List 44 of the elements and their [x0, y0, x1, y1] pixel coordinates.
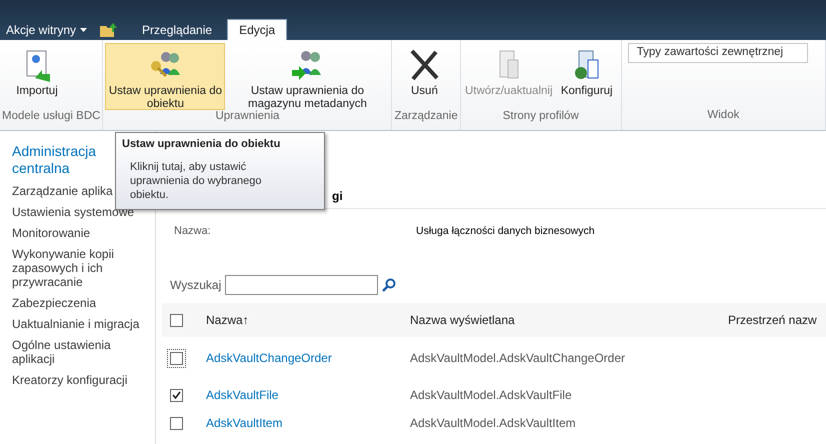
ribbon-button[interactable]: Konfiguruj — [554, 43, 619, 110]
checkmark-icon — [172, 391, 181, 399]
table-cell-text: AdskVaultModel.AdskVaultItem — [410, 416, 577, 430]
nav-link[interactable]: Ogólne ustawienia aplikacji — [12, 338, 149, 366]
folder-up-icon[interactable] — [99, 22, 118, 38]
nav-link[interactable]: Uaktualnianie i migracja — [12, 317, 149, 331]
item-link[interactable]: AdskVaultFile — [206, 388, 410, 402]
table-cell-text: AdskVaultModel.AdskVaultChangeOrder — [410, 351, 626, 365]
item-link[interactable]: AdskVaultChangeOrder — [206, 351, 410, 365]
group-label: Uprawnienia — [214, 110, 280, 124]
site-actions-menu[interactable]: Akcje witryny — [6, 20, 88, 40]
field-value: Usługa łączności danych biznesowych — [416, 225, 595, 237]
item-link[interactable]: AdskVaultItem — [206, 416, 410, 430]
search-label: Wyszukaj — [170, 278, 222, 292]
nav-link[interactable]: Monitorowanie — [12, 226, 149, 240]
search-icon[interactable] — [382, 278, 396, 292]
ribbon-button[interactable]: Usuń — [394, 43, 454, 110]
caret-icon — [80, 28, 88, 32]
view-dropdown[interactable]: Typy zawartości zewnętrznej — [628, 43, 808, 63]
ribbon-button[interactable]: Importuj — [2, 43, 72, 110]
nav-link[interactable]: Kreatorzy konfiguracji — [12, 373, 149, 387]
tooltip-title: Ustaw uprawnienia do obiektu — [122, 138, 282, 150]
row-checkbox[interactable] — [170, 352, 183, 364]
nav-link[interactable]: Ustawienia systemowe — [12, 205, 149, 219]
ribbon-button[interactable]: Ustaw uprawnienia do obiektu — [105, 43, 226, 110]
table-cell-text: AdskVaultModel.AdskVaultFile — [410, 388, 573, 402]
column-header[interactable]: Nazwa wyświetlana — [410, 313, 728, 327]
nav-link[interactable]: Wykonywanie kopii zapasowych i ich przywracanie — [12, 247, 149, 289]
field-label: Nazwa: — [174, 225, 212, 237]
group-label: Modele usługi BDC — [2, 110, 100, 124]
column-header[interactable]: Nazwa↑ — [206, 313, 410, 327]
row-checkbox[interactable] — [170, 388, 183, 402]
ribbon-button[interactable]: Ustaw uprawnienia do magazynu metadanych — [225, 43, 390, 110]
search-field[interactable] — [225, 275, 378, 295]
ribbon-tab[interactable]: Przeglądanie — [131, 19, 224, 40]
group-label: Widok — [706, 109, 740, 123]
select-all-checkbox[interactable] — [170, 314, 183, 326]
group-label: Strony profilów — [502, 110, 580, 124]
tooltip-text: Kliknij tutaj, aby ustawić uprawnienia do wybranego obiektu. — [130, 160, 262, 202]
row-checkbox[interactable] — [170, 416, 183, 430]
nav-link[interactable]: Zabezpieczenia — [12, 296, 149, 310]
column-header[interactable]: Przestrzeń nazw — [728, 313, 826, 327]
group-label: Zarządzanie — [394, 110, 458, 124]
ribbon-tab[interactable]: Edycja — [227, 19, 288, 40]
